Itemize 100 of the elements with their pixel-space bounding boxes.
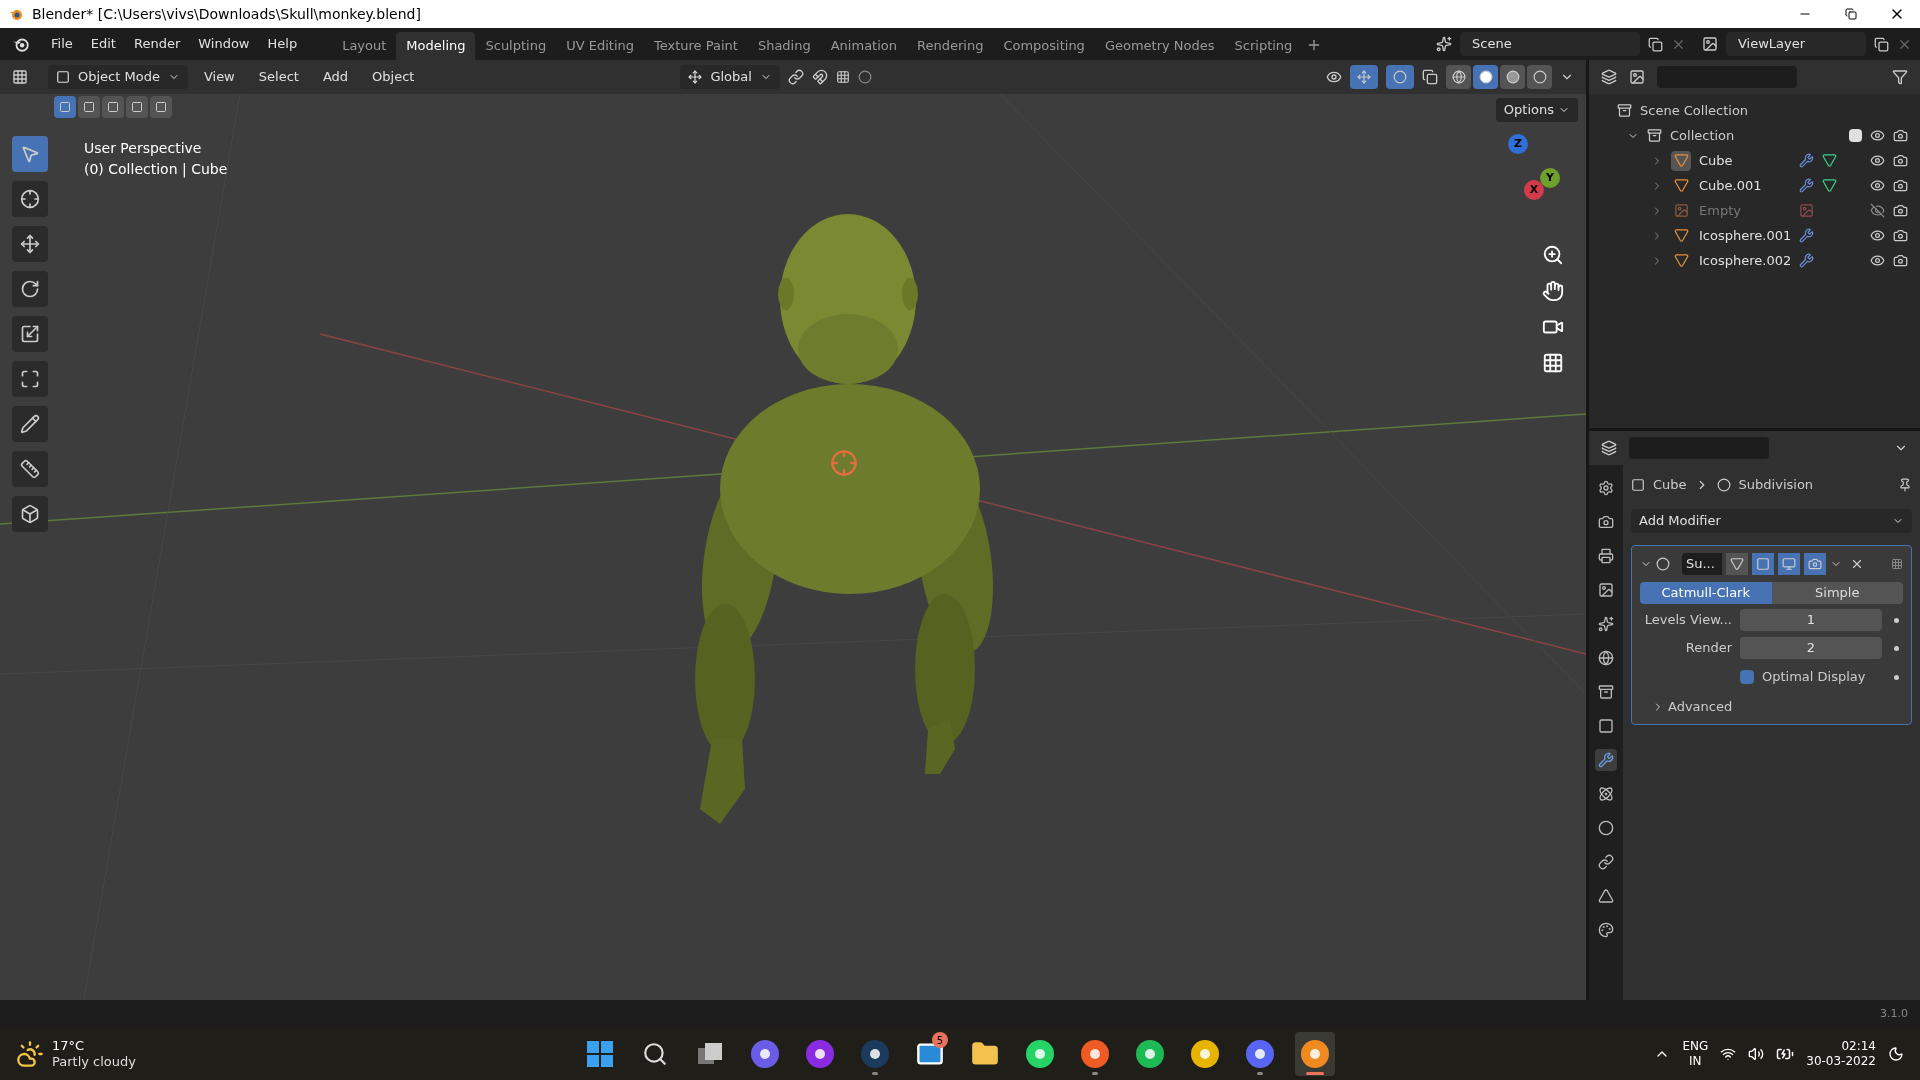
wifi-icon[interactable]: [1720, 1046, 1737, 1062]
menu-item[interactable]: Help: [258, 34, 307, 54]
section-header[interactable]: Advanced: [1668, 697, 1733, 717]
camera-icon[interactable]: [1893, 128, 1908, 143]
view-layer-field[interactable]: ViewLayer: [1726, 32, 1866, 56]
menu-item[interactable]: File: [42, 34, 82, 54]
camera-icon[interactable]: [1893, 253, 1908, 268]
camera-icon[interactable]: [1893, 228, 1908, 243]
eye-icon[interactable]: [1870, 178, 1885, 193]
select-mode-button[interactable]: [102, 96, 124, 118]
number-field[interactable]: 2: [1740, 637, 1882, 659]
shading-button[interactable]: [1500, 65, 1525, 89]
editor-type-icon[interactable]: [12, 69, 28, 85]
eye-icon[interactable]: [1870, 153, 1885, 168]
menu-item[interactable]: Render: [124, 34, 190, 54]
modifier-name-field[interactable]: Su...: [1682, 553, 1722, 575]
shading-button[interactable]: [1527, 65, 1552, 89]
menu-item[interactable]: Add: [314, 67, 357, 87]
snap-target-icon[interactable]: [835, 70, 850, 84]
algorithm-tab[interactable]: Catmull-Clark: [1640, 582, 1772, 604]
tool-button[interactable]: [12, 181, 48, 217]
include-checkbox[interactable]: [1849, 129, 1862, 142]
tool-button[interactable]: [12, 316, 48, 352]
pin-icon[interactable]: [1898, 478, 1912, 492]
workspace-tab[interactable]: Rendering: [907, 32, 994, 60]
tree-label[interactable]: Cube: [1699, 150, 1791, 171]
temperature-text[interactable]: 17°C: [52, 1037, 136, 1054]
square-icon[interactable]: [1752, 553, 1774, 575]
language-text[interactable]: ENG: [1682, 1039, 1709, 1054]
visibility-icon[interactable]: [1326, 69, 1342, 85]
breadcrumb-item[interactable]: Cube: [1653, 475, 1687, 495]
weather-icon[interactable]: [16, 1040, 44, 1068]
shading-button[interactable]: [1446, 65, 1471, 89]
view-layer-icon[interactable]: [1629, 69, 1645, 85]
shading-button[interactable]: [1473, 65, 1498, 89]
menu-item[interactable]: Edit: [81, 34, 125, 54]
camera-icon[interactable]: [1893, 153, 1908, 168]
eye-closed-icon[interactable]: [1870, 203, 1885, 218]
pivot-icon[interactable]: [787, 69, 804, 85]
mesh-data-icon[interactable]: [1822, 153, 1837, 168]
display-mode-icon[interactable]: [1601, 69, 1617, 85]
weather-text[interactable]: Partly cloudy: [52, 1054, 136, 1071]
tool-button[interactable]: [12, 271, 48, 307]
eye-icon[interactable]: [1870, 228, 1885, 243]
hand-icon[interactable]: [1542, 280, 1564, 302]
camera-icon[interactable]: [1893, 178, 1908, 193]
menu-item[interactable]: View: [195, 67, 243, 87]
volume-icon[interactable]: [1748, 1046, 1765, 1062]
eye-icon[interactable]: [1870, 253, 1885, 268]
grid-icon[interactable]: [1542, 352, 1564, 374]
tool-button[interactable]: [12, 226, 48, 262]
overlay-toggle[interactable]: [1386, 65, 1414, 89]
workspace-tab[interactable]: UV Editing: [556, 32, 644, 60]
zoom-icon[interactable]: [1542, 244, 1564, 266]
menu-item[interactable]: Window: [189, 34, 259, 54]
xray-icon[interactable]: [1422, 69, 1438, 85]
select-mode-button[interactable]: [150, 96, 172, 118]
scene-field[interactable]: Scene: [1460, 32, 1640, 56]
axis-label[interactable]: Z: [1508, 134, 1528, 154]
algorithm-tab[interactable]: Simple: [1771, 582, 1903, 604]
wrench-icon[interactable]: [1595, 749, 1617, 771]
workspace-tab[interactable]: Animation: [820, 32, 907, 60]
editor-type-icon[interactable]: [1601, 440, 1617, 456]
clock-date[interactable]: 30-03-2022: [1806, 1054, 1876, 1069]
new-scene-icon[interactable]: [1648, 36, 1663, 52]
wrench-icon[interactable]: [1799, 153, 1814, 168]
scene-icon[interactable]: [1436, 36, 1452, 52]
workspace-tab[interactable]: Shading: [747, 32, 821, 60]
workspace-tab[interactable]: Scripting: [1224, 32, 1303, 60]
wrench-icon[interactable]: [1799, 228, 1814, 243]
select-mode-button[interactable]: [78, 96, 100, 118]
tool-button[interactable]: [12, 451, 48, 487]
tool-button[interactable]: [12, 406, 48, 442]
wrench-icon[interactable]: [1799, 178, 1814, 193]
eye-icon[interactable]: [1870, 128, 1885, 143]
menu-item[interactable]: Object: [364, 67, 423, 87]
tree-label[interactable]: Icosphere.001: [1699, 225, 1791, 246]
workspace-tab[interactable]: Sculpting: [475, 32, 557, 60]
workspace-tab[interactable]: Texture Paint: [644, 32, 748, 60]
tool-button[interactable]: [12, 361, 48, 397]
mesh-data-icon[interactable]: [1822, 178, 1837, 193]
language-text[interactable]: IN: [1689, 1054, 1702, 1069]
axis-label[interactable]: X: [1524, 180, 1544, 200]
moon-icon[interactable]: [1888, 1046, 1904, 1062]
view-layer-icon[interactable]: [1702, 36, 1718, 52]
camera-icon[interactable]: [1893, 203, 1908, 218]
tool-button[interactable]: [12, 496, 48, 532]
restore-icon[interactable]: [1845, 8, 1857, 20]
proportional-edit-icon[interactable]: [857, 70, 872, 84]
magnet-icon[interactable]: [811, 69, 828, 85]
wrench-icon[interactable]: [1799, 253, 1814, 268]
tree-label[interactable]: Collection: [1670, 125, 1735, 146]
number-field[interactable]: 1: [1740, 609, 1882, 631]
gizmo-toggle[interactable]: [1350, 65, 1378, 89]
workspace-tab[interactable]: Modeling: [396, 32, 476, 60]
clock-time[interactable]: 02:14: [1841, 1039, 1876, 1054]
drag-handle-icon[interactable]: [1891, 558, 1903, 570]
select-mode-button[interactable]: [126, 96, 148, 118]
menu-item[interactable]: Select: [250, 67, 307, 87]
tree-label[interactable]: Icosphere.002: [1699, 250, 1791, 271]
